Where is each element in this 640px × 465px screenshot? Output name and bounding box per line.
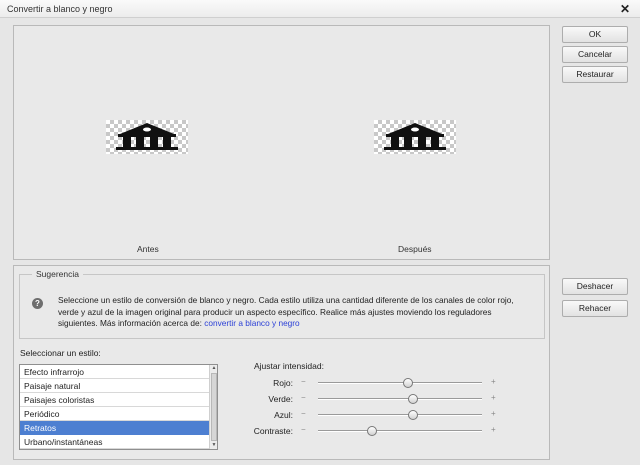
slider-contrast: Contraste: − +	[214, 424, 514, 438]
scroll-down-icon[interactable]: ▼	[210, 442, 217, 449]
minus-icon: −	[301, 377, 306, 386]
slider-contrast-knob[interactable]	[367, 426, 378, 436]
slider-red-track[interactable]	[318, 378, 482, 388]
slider-green-track[interactable]	[318, 394, 482, 404]
window-title: Convertir a blanco y negro	[7, 4, 113, 14]
style-item-urban-snapshots[interactable]: Urbano/instantáneas	[20, 435, 209, 449]
undo-button[interactable]: Deshacer	[562, 278, 628, 295]
slider-contrast-track[interactable]	[318, 426, 482, 436]
after-thumbnail	[374, 120, 456, 154]
style-item-infrared[interactable]: Efecto infrarrojo	[20, 365, 209, 379]
hint-link[interactable]: convertir a blanco y negro	[204, 318, 299, 328]
before-thumbnail	[106, 120, 188, 154]
adjust-intensity-label: Ajustar intensidad:	[254, 361, 324, 371]
hint-text-line2: verde y azul de la imagen original para …	[58, 306, 492, 317]
slider-green: Verde: − +	[214, 392, 514, 406]
hint-title: Sugerencia	[32, 269, 84, 279]
cancel-button[interactable]: Cancelar	[562, 46, 628, 63]
hint-text: Seleccione un estilo de conversión de bl…	[58, 295, 546, 330]
hint-box: Sugerencia ? Seleccione un estilo de con…	[19, 269, 546, 339]
scroll-up-icon[interactable]: ▲	[210, 365, 217, 372]
slider-contrast-label: Contraste:	[253, 426, 293, 436]
after-label: Después	[398, 244, 432, 254]
restore-button[interactable]: Restaurar	[562, 66, 628, 83]
plus-icon: +	[491, 377, 496, 386]
plus-icon: +	[491, 409, 496, 418]
slider-green-label: Verde:	[268, 394, 293, 404]
style-list[interactable]: Efecto infrarrojo Paisaje natural Paisaj…	[19, 364, 218, 450]
minus-icon: −	[301, 393, 306, 402]
slider-red-label: Rojo:	[273, 378, 293, 388]
redo-button[interactable]: Rehacer	[562, 300, 628, 317]
slider-red-knob[interactable]	[403, 378, 414, 388]
hint-text-line3: siguientes. Más información acerca de:	[58, 318, 205, 329]
minus-icon: −	[301, 409, 306, 418]
building-icon	[384, 123, 446, 150]
slider-red: Rojo: − +	[214, 376, 514, 390]
slider-blue-knob[interactable]	[408, 410, 419, 420]
close-icon[interactable]: ✕	[618, 2, 632, 16]
style-item-natural-landscape[interactable]: Paisaje natural	[20, 379, 209, 393]
plus-icon: +	[491, 425, 496, 434]
help-icon: ?	[32, 298, 43, 309]
minus-icon: −	[301, 425, 306, 434]
building-icon	[116, 123, 178, 150]
preview-area: Antes Después	[13, 25, 550, 260]
slider-blue-track[interactable]	[318, 410, 482, 420]
before-label: Antes	[137, 244, 159, 254]
style-item-portraits[interactable]: Retratos	[20, 421, 209, 435]
title-bar: Convertir a blanco y negro ✕	[0, 0, 640, 18]
hint-text-line1: Seleccione un estilo de conversión de bl…	[58, 295, 514, 305]
slider-blue: Azul: − +	[214, 408, 514, 422]
slider-blue-label: Azul:	[274, 410, 293, 420]
style-list-label: Seleccionar un estilo:	[20, 348, 101, 358]
ok-button[interactable]: OK	[562, 26, 628, 43]
style-item-colorful-landscapes[interactable]: Paisajes coloristas	[20, 393, 209, 407]
slider-green-knob[interactable]	[408, 394, 419, 404]
style-item-newspaper[interactable]: Periódico	[20, 407, 209, 421]
settings-panel: Sugerencia ? Seleccione un estilo de con…	[13, 265, 550, 460]
plus-icon: +	[491, 393, 496, 402]
